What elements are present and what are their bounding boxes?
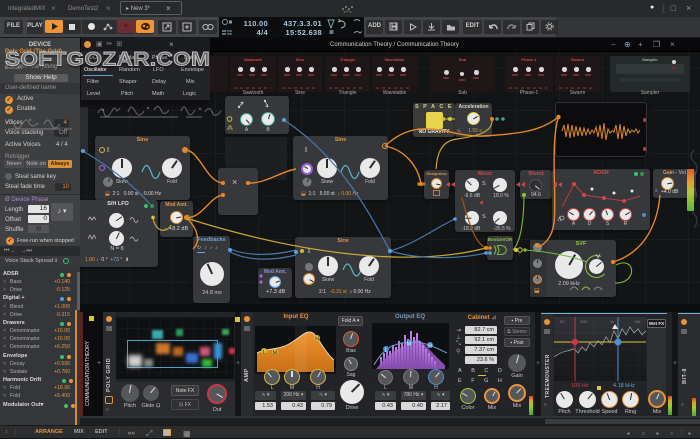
svg-text:100: 100: [580, 319, 587, 324]
svg-text:M: M: [273, 351, 277, 357]
svg-text:H: H: [428, 344, 432, 350]
svg-text:L: L: [385, 348, 388, 354]
svg-text:1k: 1k: [610, 319, 614, 324]
svg-text:20: 20: [560, 319, 565, 324]
svg-text:10k: 10k: [634, 319, 640, 324]
svg-text:H: H: [315, 337, 319, 343]
svg-text:M: M: [407, 342, 411, 348]
svg-text:L: L: [263, 350, 266, 356]
